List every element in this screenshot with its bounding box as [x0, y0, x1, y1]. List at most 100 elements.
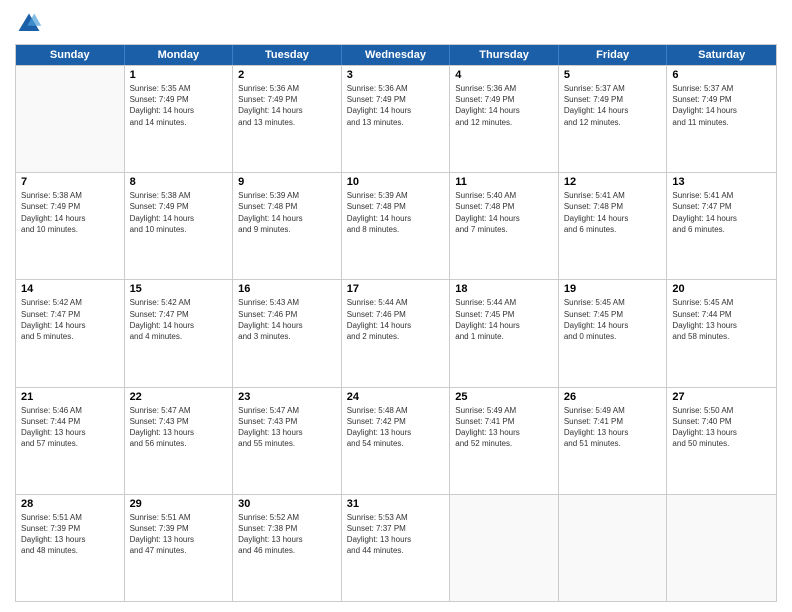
cell-line: Sunrise: 5:50 AM	[672, 405, 771, 416]
day-number: 19	[564, 283, 662, 295]
cal-cell: 25Sunrise: 5:49 AMSunset: 7:41 PMDayligh…	[450, 388, 559, 494]
cell-line: Sunset: 7:48 PM	[455, 201, 553, 212]
cell-line: and 57 minutes.	[21, 438, 119, 449]
cell-line: Sunrise: 5:39 AM	[347, 190, 445, 201]
cell-line: Daylight: 13 hours	[347, 534, 445, 545]
cell-line: and 10 minutes.	[130, 224, 228, 235]
cell-line: and 5 minutes.	[21, 331, 119, 342]
day-number: 15	[130, 283, 228, 295]
cell-line: Daylight: 13 hours	[238, 427, 336, 438]
cell-line: Sunset: 7:43 PM	[130, 416, 228, 427]
cal-cell: 9Sunrise: 5:39 AMSunset: 7:48 PMDaylight…	[233, 173, 342, 279]
day-number: 3	[347, 69, 445, 81]
day-number: 1	[130, 69, 228, 81]
cell-line: and 54 minutes.	[347, 438, 445, 449]
cell-line: and 58 minutes.	[672, 331, 771, 342]
cell-line: Sunrise: 5:37 AM	[564, 83, 662, 94]
day-number: 11	[455, 176, 553, 188]
cell-line: Sunset: 7:40 PM	[672, 416, 771, 427]
cell-line: Sunrise: 5:46 AM	[21, 405, 119, 416]
cal-cell: 22Sunrise: 5:47 AMSunset: 7:43 PMDayligh…	[125, 388, 234, 494]
day-number: 25	[455, 391, 553, 403]
cal-cell: 31Sunrise: 5:53 AMSunset: 7:37 PMDayligh…	[342, 495, 451, 601]
cal-header-thursday: Thursday	[450, 45, 559, 65]
cell-line: Sunrise: 5:38 AM	[21, 190, 119, 201]
cal-cell: 13Sunrise: 5:41 AMSunset: 7:47 PMDayligh…	[667, 173, 776, 279]
cell-line: Sunset: 7:43 PM	[238, 416, 336, 427]
cal-cell: 20Sunrise: 5:45 AMSunset: 7:44 PMDayligh…	[667, 280, 776, 386]
day-number: 16	[238, 283, 336, 295]
day-number: 4	[455, 69, 553, 81]
page: SundayMondayTuesdayWednesdayThursdayFrid…	[0, 0, 792, 612]
cell-line: Daylight: 13 hours	[672, 320, 771, 331]
cell-line: Sunset: 7:49 PM	[21, 201, 119, 212]
calendar-header-row: SundayMondayTuesdayWednesdayThursdayFrid…	[16, 45, 776, 65]
calendar-body: 1Sunrise: 5:35 AMSunset: 7:49 PMDaylight…	[16, 65, 776, 601]
cell-line: Sunrise: 5:49 AM	[455, 405, 553, 416]
cell-line: Sunset: 7:49 PM	[130, 201, 228, 212]
cell-line: Sunrise: 5:38 AM	[130, 190, 228, 201]
cal-cell: 15Sunrise: 5:42 AMSunset: 7:47 PMDayligh…	[125, 280, 234, 386]
cal-cell: 23Sunrise: 5:47 AMSunset: 7:43 PMDayligh…	[233, 388, 342, 494]
cell-line: Daylight: 14 hours	[564, 320, 662, 331]
day-number: 30	[238, 498, 336, 510]
cal-cell: 12Sunrise: 5:41 AMSunset: 7:48 PMDayligh…	[559, 173, 668, 279]
cell-line: Sunrise: 5:44 AM	[347, 297, 445, 308]
cell-line: Daylight: 14 hours	[564, 213, 662, 224]
cell-line: Sunset: 7:45 PM	[564, 309, 662, 320]
cell-line: Sunrise: 5:36 AM	[455, 83, 553, 94]
cell-line: and 1 minute.	[455, 331, 553, 342]
cell-line: Sunset: 7:48 PM	[238, 201, 336, 212]
cal-cell: 27Sunrise: 5:50 AMSunset: 7:40 PMDayligh…	[667, 388, 776, 494]
cell-line: Sunset: 7:44 PM	[672, 309, 771, 320]
cell-line: and 51 minutes.	[564, 438, 662, 449]
cal-cell: 4Sunrise: 5:36 AMSunset: 7:49 PMDaylight…	[450, 66, 559, 172]
cell-line: Sunset: 7:49 PM	[130, 94, 228, 105]
cell-line: Sunrise: 5:40 AM	[455, 190, 553, 201]
cal-header-saturday: Saturday	[667, 45, 776, 65]
cell-line: and 48 minutes.	[21, 545, 119, 556]
cal-cell: 8Sunrise: 5:38 AMSunset: 7:49 PMDaylight…	[125, 173, 234, 279]
day-number: 21	[21, 391, 119, 403]
cell-line: Sunset: 7:49 PM	[455, 94, 553, 105]
cal-cell: 18Sunrise: 5:44 AMSunset: 7:45 PMDayligh…	[450, 280, 559, 386]
cell-line: Daylight: 14 hours	[455, 213, 553, 224]
cell-line: and 3 minutes.	[238, 331, 336, 342]
day-number: 13	[672, 176, 771, 188]
cell-line: and 12 minutes.	[455, 117, 553, 128]
cell-line: Sunset: 7:46 PM	[347, 309, 445, 320]
cell-line: Sunset: 7:47 PM	[672, 201, 771, 212]
day-number: 18	[455, 283, 553, 295]
day-number: 12	[564, 176, 662, 188]
cal-cell: 24Sunrise: 5:48 AMSunset: 7:42 PMDayligh…	[342, 388, 451, 494]
day-number: 10	[347, 176, 445, 188]
cell-line: Sunset: 7:49 PM	[347, 94, 445, 105]
cal-cell: 17Sunrise: 5:44 AMSunset: 7:46 PMDayligh…	[342, 280, 451, 386]
day-number: 5	[564, 69, 662, 81]
cell-line: Daylight: 14 hours	[347, 105, 445, 116]
cell-line: Daylight: 14 hours	[21, 320, 119, 331]
cal-cell: 3Sunrise: 5:36 AMSunset: 7:49 PMDaylight…	[342, 66, 451, 172]
cal-cell: 6Sunrise: 5:37 AMSunset: 7:49 PMDaylight…	[667, 66, 776, 172]
cell-line: Sunrise: 5:42 AM	[130, 297, 228, 308]
cell-line: Sunset: 7:48 PM	[564, 201, 662, 212]
cal-cell	[559, 495, 668, 601]
cell-line: Sunset: 7:42 PM	[347, 416, 445, 427]
day-number: 24	[347, 391, 445, 403]
cell-line: Daylight: 13 hours	[455, 427, 553, 438]
cal-cell: 29Sunrise: 5:51 AMSunset: 7:39 PMDayligh…	[125, 495, 234, 601]
cell-line: Sunrise: 5:35 AM	[130, 83, 228, 94]
cell-line: Sunrise: 5:45 AM	[672, 297, 771, 308]
cell-line: Daylight: 14 hours	[672, 105, 771, 116]
cell-line: Sunrise: 5:51 AM	[21, 512, 119, 523]
cell-line: Sunrise: 5:49 AM	[564, 405, 662, 416]
cal-cell	[667, 495, 776, 601]
day-number: 26	[564, 391, 662, 403]
cell-line: Daylight: 14 hours	[238, 105, 336, 116]
logo-icon	[15, 10, 43, 38]
cell-line: Sunrise: 5:45 AM	[564, 297, 662, 308]
cal-cell	[16, 66, 125, 172]
day-number: 8	[130, 176, 228, 188]
cell-line: and 47 minutes.	[130, 545, 228, 556]
cell-line: Daylight: 14 hours	[347, 320, 445, 331]
